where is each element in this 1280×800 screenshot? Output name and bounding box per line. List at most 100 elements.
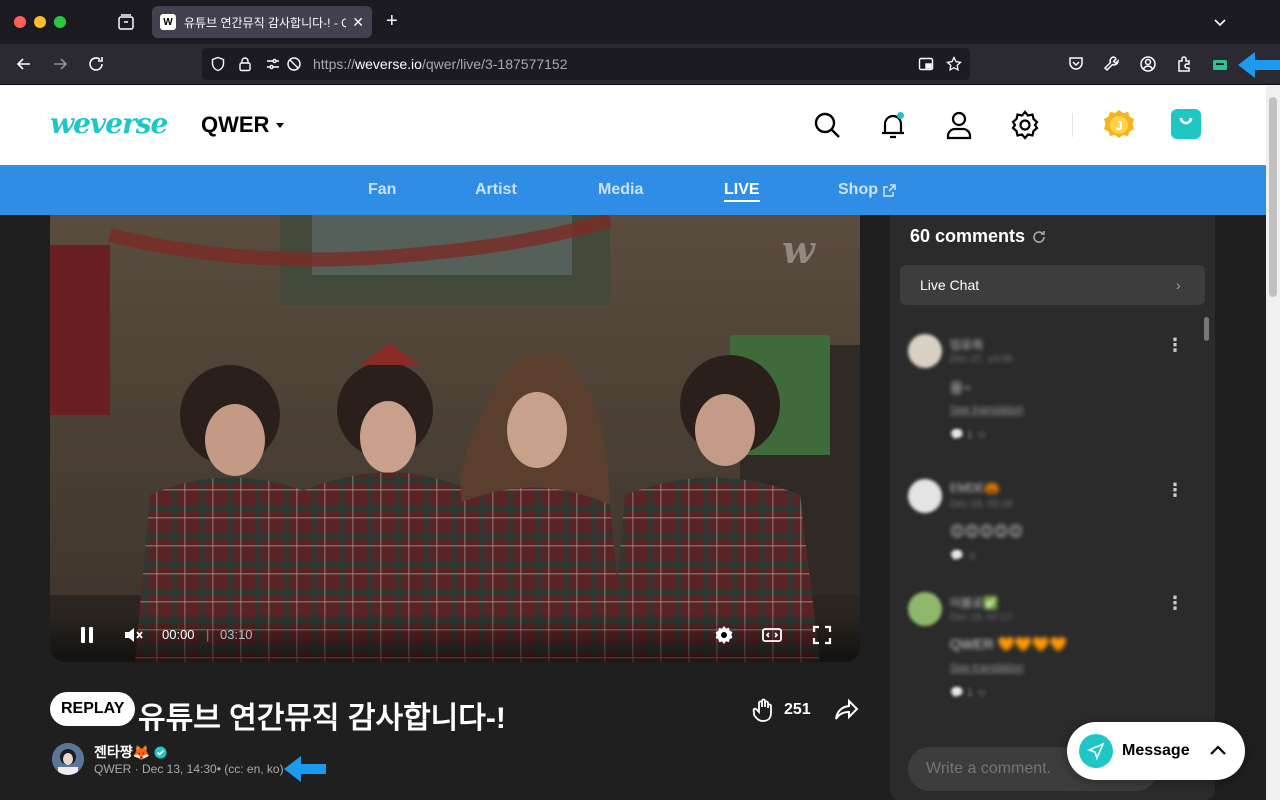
see-translation-link[interactable]: See translation xyxy=(950,404,1023,416)
permissions-icon[interactable] xyxy=(265,56,281,72)
comment-reactions[interactable]: 💬 1 ☺ xyxy=(950,428,1010,442)
more-options-icon[interactable]: ⋮ xyxy=(1166,481,1184,499)
caret-down-icon xyxy=(276,123,285,128)
live-chat-label: Live Chat xyxy=(920,277,980,293)
send-icon xyxy=(1079,734,1113,768)
nav-fan[interactable]: Fan xyxy=(368,181,396,199)
share-icon[interactable] xyxy=(834,698,860,722)
tab-groups-icon[interactable] xyxy=(116,12,136,32)
forward-icon[interactable] xyxy=(50,54,70,74)
comment-author[interactable]: EMDE🎃 xyxy=(950,481,1000,495)
fullscreen-icon[interactable] xyxy=(811,624,833,646)
player-controls: 00:00 | 03:10 xyxy=(50,612,860,662)
chevron-down-icon[interactable] xyxy=(1210,12,1230,32)
shop-bag-icon[interactable] xyxy=(1171,109,1201,139)
account-icon[interactable] xyxy=(1138,54,1158,74)
tab-title: 유튜브 연간뮤직 감사합니다-! - QWER xyxy=(184,15,347,30)
see-translation-link[interactable]: See translation xyxy=(950,662,1023,674)
community-nav: Fan Artist Media LIVE Shop xyxy=(0,165,1266,215)
browser-tab-bar: W 유튜브 연간뮤직 감사합니다-! - QWER ✕ + xyxy=(0,0,1280,44)
comment-reactions[interactable]: 💬 ☺ xyxy=(950,549,1010,563)
address-bar[interactable]: https://weverse.io/qwer/live/3-187577152 xyxy=(202,48,970,80)
comment-avatar[interactable] xyxy=(908,592,942,626)
active-tab[interactable]: W 유튜브 연간뮤직 감사합니다-! - QWER ✕ xyxy=(152,6,372,38)
header-divider xyxy=(1072,113,1073,137)
weverse-watermark: w xyxy=(782,227,815,272)
replay-badge: REPLAY xyxy=(50,692,136,726)
browser-toolbar: https://weverse.io/qwer/live/3-187577152… xyxy=(0,44,1280,106)
comment-date: Dec 27, 14:08 xyxy=(950,354,1013,365)
lock-icon[interactable] xyxy=(237,56,253,72)
user-icon[interactable] xyxy=(943,109,975,141)
comment-author[interactable]: 이봄로✅ xyxy=(950,594,998,611)
duration: 03:10 xyxy=(220,627,253,642)
page-scroll-thumb[interactable] xyxy=(1269,97,1277,297)
more-options-icon[interactable]: ⋮ xyxy=(1166,336,1184,354)
video-title: 유튜브 연간뮤직 감사합니다-! xyxy=(138,702,506,735)
pocket-icon[interactable] xyxy=(1066,54,1086,74)
video-player[interactable]: w 00:00 | 03:10 xyxy=(50,215,860,662)
host-avatar[interactable] xyxy=(52,743,84,775)
weverse-logo[interactable]: weverse xyxy=(50,107,168,140)
comment-item: 임유희 Dec 27, 14:08 응~ See translation 💬 1… xyxy=(908,332,1198,452)
url-text[interactable]: https://weverse.io/qwer/live/3-187577152 xyxy=(313,56,568,72)
theater-mode-icon[interactable] xyxy=(761,624,783,646)
new-tab-icon[interactable]: + xyxy=(386,11,398,31)
close-tab-icon[interactable]: ✕ xyxy=(352,14,364,31)
like-count: 251 xyxy=(784,701,811,718)
verified-badge-icon xyxy=(154,746,167,758)
comments-scrollbar[interactable] xyxy=(1204,317,1209,341)
comments-header: 60 comments xyxy=(910,226,1047,247)
like-button[interactable]: 251 xyxy=(750,698,811,722)
back-icon[interactable] xyxy=(14,54,34,74)
host-meta: QWER · Dec 13, 14:30• (cc: en, ko) xyxy=(94,762,284,776)
artist-selector[interactable]: QWER xyxy=(201,112,285,138)
extensions-icon[interactable] xyxy=(1174,54,1194,74)
comment-body: 응~ xyxy=(950,380,972,396)
comment-avatar[interactable] xyxy=(908,479,942,513)
minimize-window-button[interactable] xyxy=(34,16,46,28)
comment-reactions[interactable]: 💬 1 ☺ xyxy=(950,686,1010,700)
muted-volume-icon[interactable] xyxy=(122,624,144,646)
url-path: /qwer/live/3-187577152 xyxy=(421,56,568,72)
wrench-icon[interactable] xyxy=(1102,54,1122,74)
settings-gear-icon[interactable] xyxy=(713,624,735,646)
zoom-window-button[interactable] xyxy=(54,16,66,28)
annotation-arrow-icon xyxy=(1238,52,1280,78)
coin-letter: J xyxy=(1115,118,1122,133)
comment-item: 이봄로✅ Dec 15, 07:17 QWER 🧡🧡🧡🧡 See transla… xyxy=(908,590,1198,710)
bell-icon[interactable] xyxy=(877,109,909,141)
notification-dot xyxy=(897,112,904,119)
tracking-blocked-icon[interactable] xyxy=(286,56,302,72)
settings-gear-icon[interactable] xyxy=(1009,109,1041,141)
video-frame xyxy=(50,215,860,662)
picture-in-picture-icon[interactable] xyxy=(918,56,934,72)
comments-count: 60 comments xyxy=(910,226,1026,246)
reload-icon[interactable] xyxy=(86,54,106,74)
refresh-icon[interactable] xyxy=(1031,229,1047,245)
nav-artist[interactable]: Artist xyxy=(475,181,517,199)
comment-author[interactable]: 임유희 xyxy=(950,336,983,353)
host-name[interactable]: 젠타쨩🦊 xyxy=(94,742,167,762)
nav-shop[interactable]: Shop xyxy=(838,181,896,199)
message-button[interactable]: Message xyxy=(1067,722,1245,780)
page-scrollbar[interactable] xyxy=(1266,85,1280,800)
chevron-up-icon[interactable] xyxy=(1207,740,1229,762)
more-options-icon[interactable]: ⋮ xyxy=(1166,594,1184,612)
comment-body: QWER 🧡🧡🧡🧡 xyxy=(950,636,1068,652)
annotation-arrow-icon xyxy=(284,756,326,782)
url-scheme: https:// xyxy=(313,56,356,72)
extension-icon[interactable] xyxy=(1210,54,1230,74)
nav-live[interactable]: LIVE xyxy=(724,181,760,202)
pause-icon[interactable] xyxy=(76,624,98,646)
current-time: 00:00 xyxy=(162,627,195,642)
search-icon[interactable] xyxy=(811,109,843,141)
close-window-button[interactable] xyxy=(14,16,26,28)
comment-avatar[interactable] xyxy=(908,334,942,368)
nav-media[interactable]: Media xyxy=(598,181,643,199)
comment-date: Dec 15, 07:17 xyxy=(950,612,1013,623)
jelly-coin-icon[interactable]: J xyxy=(1103,109,1135,141)
live-chat-button[interactable]: Live Chat › xyxy=(900,265,1205,305)
shield-icon[interactable] xyxy=(210,56,226,72)
bookmark-star-icon[interactable] xyxy=(946,56,962,72)
